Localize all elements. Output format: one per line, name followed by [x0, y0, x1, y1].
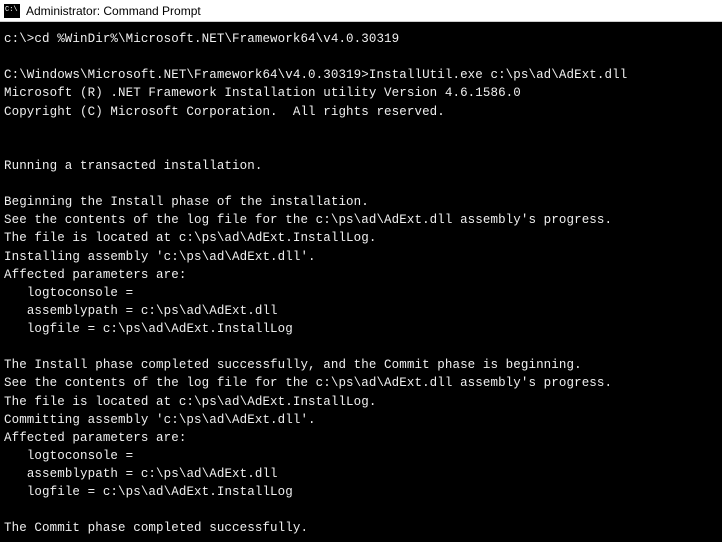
terminal-line: [4, 139, 718, 157]
terminal-line: [4, 501, 718, 519]
terminal-line: The file is located at c:\ps\ad\AdExt.In…: [4, 393, 718, 411]
window-title: Administrator: Command Prompt: [26, 4, 201, 18]
terminal-output[interactable]: c:\>cd %WinDir%\Microsoft.NET\Framework6…: [0, 22, 722, 542]
terminal-line: logfile = c:\ps\ad\AdExt.InstallLog: [4, 320, 718, 338]
terminal-line: Committing assembly 'c:\ps\ad\AdExt.dll'…: [4, 411, 718, 429]
terminal-line: logfile = c:\ps\ad\AdExt.InstallLog: [4, 483, 718, 501]
terminal-line: Beginning the Install phase of the insta…: [4, 193, 718, 211]
terminal-line: See the contents of the log file for the…: [4, 211, 718, 229]
terminal-line: [4, 48, 718, 66]
terminal-line: Installing assembly 'c:\ps\ad\AdExt.dll'…: [4, 248, 718, 266]
terminal-line: [4, 121, 718, 139]
terminal-line: Affected parameters are:: [4, 266, 718, 284]
terminal-line: logtoconsole =: [4, 284, 718, 302]
terminal-line: [4, 338, 718, 356]
terminal-line: The file is located at c:\ps\ad\AdExt.In…: [4, 229, 718, 247]
cmd-icon: [4, 4, 20, 18]
terminal-line: C:\Windows\Microsoft.NET\Framework64\v4.…: [4, 66, 718, 84]
terminal-line: c:\>cd %WinDir%\Microsoft.NET\Framework6…: [4, 30, 718, 48]
terminal-line: assemblypath = c:\ps\ad\AdExt.dll: [4, 465, 718, 483]
terminal-line: The Install phase completed successfully…: [4, 356, 718, 374]
terminal-line: Running a transacted installation.: [4, 157, 718, 175]
terminal-line: Microsoft (R) .NET Framework Installatio…: [4, 84, 718, 102]
terminal-line: Affected parameters are:: [4, 429, 718, 447]
terminal-line: The Commit phase completed successfully.: [4, 519, 718, 537]
terminal-line: Copyright (C) Microsoft Corporation. All…: [4, 103, 718, 121]
terminal-line: See the contents of the log file for the…: [4, 374, 718, 392]
window-titlebar[interactable]: Administrator: Command Prompt: [0, 0, 722, 22]
terminal-line: [4, 175, 718, 193]
terminal-line: assemblypath = c:\ps\ad\AdExt.dll: [4, 302, 718, 320]
terminal-line: logtoconsole =: [4, 447, 718, 465]
